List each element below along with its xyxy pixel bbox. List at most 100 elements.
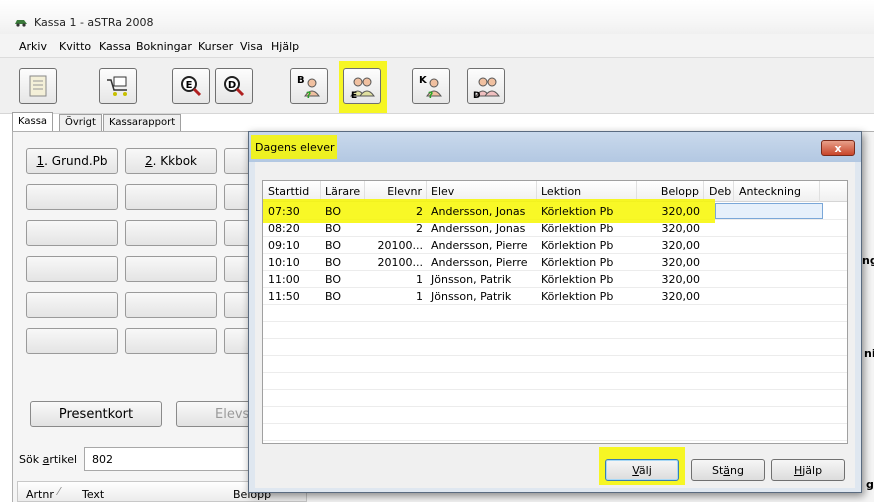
tab-ovrigt[interactable]: Övrigt bbox=[59, 114, 102, 132]
cell-lektion: Körlektion Pb bbox=[541, 239, 614, 252]
article-button[interactable] bbox=[26, 220, 118, 246]
sort-icon: ⁄ bbox=[58, 485, 60, 498]
cell-starttid: 10:10 bbox=[268, 256, 300, 269]
table-row[interactable]: 08:20 BO 2 Andersson, Jonas Körlektion Pb 320… bbox=[263, 220, 847, 237]
search-e-button[interactable]: E bbox=[172, 68, 210, 104]
empty-row bbox=[263, 356, 847, 373]
svg-text:E: E bbox=[351, 91, 357, 100]
menu-arkiv[interactable]: Arkiv bbox=[19, 40, 47, 53]
menu-bokningar[interactable]: Bokningar bbox=[136, 40, 192, 53]
cell-elev: Andersson, Jonas bbox=[431, 205, 526, 218]
menu-visa[interactable]: Visa bbox=[240, 40, 263, 53]
persons-d-button[interactable]: D bbox=[467, 68, 505, 104]
person-k-icon: K ? bbox=[419, 75, 442, 100]
grund-pb-button[interactable]: 1. Grund.Pb bbox=[26, 148, 118, 174]
article-button[interactable] bbox=[125, 292, 217, 318]
elevs-button[interactable]: Elevs bbox=[176, 401, 256, 427]
close-icon: x bbox=[834, 141, 842, 155]
article-button[interactable] bbox=[125, 328, 217, 354]
article-button[interactable] bbox=[26, 328, 118, 354]
article-button[interactable] bbox=[125, 256, 217, 282]
cell-starttid: 11:00 bbox=[268, 273, 300, 286]
menu-kvitto[interactable]: Kvitto bbox=[59, 40, 91, 53]
tab-label: Övrigt bbox=[65, 117, 96, 128]
cell-starttid: 09:10 bbox=[268, 239, 300, 252]
empty-row bbox=[263, 424, 847, 441]
car-icon bbox=[15, 20, 27, 27]
column-artnr[interactable]: Artnr bbox=[26, 488, 54, 501]
cell-belopp: 320,00 bbox=[661, 256, 701, 269]
clipped-label: ng bbox=[862, 254, 874, 267]
cart-button[interactable] bbox=[99, 68, 137, 104]
search-article-input[interactable]: 802 bbox=[84, 447, 254, 471]
empty-row bbox=[263, 305, 847, 322]
table-row[interactable]: 09:10 BO 20100... Andersson, Pierre Körlekti… bbox=[263, 237, 847, 254]
cell-elev: Andersson, Pierre bbox=[431, 256, 528, 269]
clipped-label: ni bbox=[864, 347, 874, 360]
table-row[interactable]: 10:10 BO 20100... Andersson, Pierre Körlekti… bbox=[263, 254, 847, 271]
notepad-button[interactable] bbox=[19, 68, 57, 104]
cart-icon bbox=[107, 76, 127, 96]
stang-button[interactable]: Stäng bbox=[691, 459, 765, 481]
column-anteckning[interactable]: Anteckning bbox=[734, 181, 820, 202]
cell-elevnr: 20100... bbox=[377, 239, 423, 252]
magnifier-d-icon: D bbox=[224, 76, 245, 97]
person-k-button[interactable]: K ? bbox=[412, 68, 450, 104]
article-button[interactable] bbox=[26, 292, 118, 318]
button-label: Elevs bbox=[215, 406, 250, 422]
svg-text:E: E bbox=[186, 80, 193, 91]
article-button[interactable] bbox=[125, 220, 217, 246]
article-button[interactable] bbox=[125, 184, 217, 210]
hjalp-button[interactable]: Hjälp bbox=[771, 459, 845, 481]
button-label: Presentkort bbox=[58, 406, 134, 422]
article-button[interactable] bbox=[26, 184, 118, 210]
cell-lektion: Körlektion Pb bbox=[541, 205, 614, 218]
dialog-title: Dagens elever bbox=[255, 141, 335, 154]
cell-belopp: 320,00 bbox=[661, 205, 701, 218]
close-button[interactable]: x bbox=[821, 140, 855, 156]
notepad-icon bbox=[29, 75, 47, 97]
empty-row bbox=[263, 322, 847, 339]
cell-lektion: Körlektion Pb bbox=[541, 222, 614, 235]
cell-larare: BO bbox=[325, 290, 342, 303]
persons-e-button[interactable]: E bbox=[343, 68, 381, 104]
search-d-button[interactable]: D bbox=[215, 68, 253, 104]
tab-kassarapport[interactable]: Kassarapport bbox=[103, 114, 182, 132]
cell-belopp: 320,00 bbox=[661, 239, 701, 252]
empty-row bbox=[263, 407, 847, 424]
svg-text:B: B bbox=[297, 75, 305, 86]
menu-hjalp[interactable]: Hjälp bbox=[271, 40, 299, 53]
column-text[interactable]: Text bbox=[82, 488, 104, 501]
tab-kassa[interactable]: Kassa bbox=[12, 112, 54, 132]
cell-starttid: 11:50 bbox=[268, 290, 300, 303]
tab-label: Kassa bbox=[18, 116, 48, 127]
menu-kassa[interactable]: Kassa bbox=[99, 40, 131, 53]
presentkort-button[interactable]: Presentkort bbox=[30, 401, 162, 427]
article-button[interactable] bbox=[26, 256, 118, 282]
kkbok-button[interactable]: 2. Kkbok bbox=[125, 148, 217, 174]
cell-belopp: 320,00 bbox=[661, 273, 701, 286]
table-row[interactable]: 11:00 BO 1 Jönsson, Patrik Körlektion Pb 320,… bbox=[263, 271, 847, 288]
cell-elevnr: 20100... bbox=[377, 256, 423, 269]
tab-label: Kassarapport bbox=[109, 117, 176, 128]
empty-row bbox=[263, 373, 847, 390]
cell-larare: BO bbox=[325, 273, 342, 286]
cell-elevnr: 2 bbox=[416, 205, 423, 218]
persons-d-icon: D bbox=[473, 77, 500, 100]
search-article-label: Sök artikel bbox=[19, 453, 78, 466]
cell-elev: Jönsson, Patrik bbox=[431, 290, 512, 303]
person-b-button[interactable]: B ? bbox=[290, 68, 328, 104]
cell-elev: Andersson, Pierre bbox=[431, 239, 528, 252]
persons-e-icon: E bbox=[350, 77, 375, 100]
table-row[interactable]: 11:50 BO 1 Jönsson, Patrik Körlektion Pb 320,… bbox=[263, 288, 847, 305]
students-listview[interactable]: Starttid Lärare Elevnr Elev Lektion Belo… bbox=[262, 180, 848, 444]
valj-button[interactable]: Välj bbox=[605, 459, 679, 481]
toolbar: E D B ? E K ? D bbox=[0, 58, 874, 114]
cell-elevnr: 2 bbox=[416, 222, 423, 235]
window-title: Kassa 1 - aSTRa 2008 bbox=[34, 16, 154, 29]
svg-text:?: ? bbox=[428, 91, 433, 100]
table-row[interactable]: 07:30 BO 2 Andersson, Jonas Körlektion Pb 320… bbox=[263, 199, 847, 223]
menu-kurser[interactable]: Kurser bbox=[198, 40, 233, 53]
cell-elev: Jönsson, Patrik bbox=[431, 273, 512, 286]
cell-larare: BO bbox=[325, 205, 342, 218]
